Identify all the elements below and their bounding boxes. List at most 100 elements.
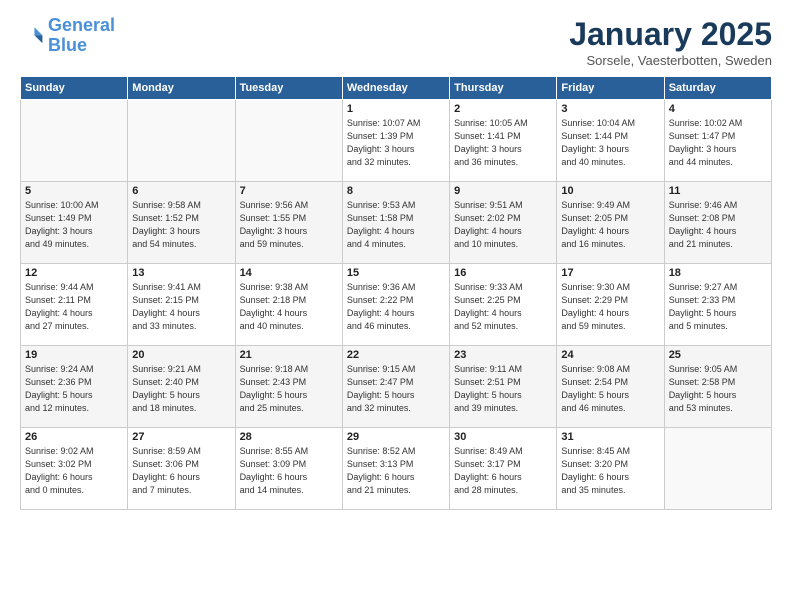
col-monday: Monday bbox=[128, 77, 235, 100]
calendar-cell: 24 Sunrise: 9:08 AM Sunset: 2:54 PM Dayli… bbox=[557, 346, 664, 428]
day-number: 17 bbox=[561, 267, 659, 279]
page: General Blue January 2025 Sorsele, Vaest… bbox=[0, 0, 792, 612]
calendar-cell: 21 Sunrise: 9:18 AM Sunset: 2:43 PM Dayli… bbox=[235, 346, 342, 428]
day-info: Sunrise: 10:00 AM Sunset: 1:49 PM Daylig… bbox=[25, 199, 123, 251]
day-info: Sunrise: 10:07 AM Sunset: 1:39 PM Daylig… bbox=[347, 117, 445, 169]
day-number: 22 bbox=[347, 349, 445, 361]
day-number: 9 bbox=[454, 185, 552, 197]
col-saturday: Saturday bbox=[664, 77, 771, 100]
day-number: 11 bbox=[669, 185, 767, 197]
calendar-cell: 25 Sunrise: 9:05 AM Sunset: 2:58 PM Dayli… bbox=[664, 346, 771, 428]
calendar-cell: 10Sunrise: 9:49 AM Sunset: 2:05 PM Dayli… bbox=[557, 182, 664, 264]
day-info: Sunrise: 10:04 AM Sunset: 1:44 PM Daylig… bbox=[561, 117, 659, 169]
day-number: 3 bbox=[561, 103, 659, 115]
day-info: Sunrise: 9:15 AM Sunset: 2:47 PM Dayligh… bbox=[347, 363, 445, 415]
calendar-cell: 16Sunrise: 9:33 AM Sunset: 2:25 PM Dayli… bbox=[450, 264, 557, 346]
day-number: 24 bbox=[561, 349, 659, 361]
calendar-week-row: 26 Sunrise: 9:02 AM Sunset: 3:02 PM Dayli… bbox=[21, 428, 772, 510]
calendar-cell: 31 Sunrise: 8:45 AM Sunset: 3:20 PM Dayli… bbox=[557, 428, 664, 510]
calendar-cell: 20 Sunrise: 9:21 AM Sunset: 2:40 PM Dayli… bbox=[128, 346, 235, 428]
calendar-cell: 1 Sunrise: 10:07 AM Sunset: 1:39 PM Dayli… bbox=[342, 100, 449, 182]
day-info: Sunrise: 9:24 AM Sunset: 2:36 PM Dayligh… bbox=[25, 363, 123, 415]
day-info: Sunrise: 9:30 AM Sunset: 2:29 PM Dayligh… bbox=[561, 281, 659, 333]
day-number: 10 bbox=[561, 185, 659, 197]
calendar-cell: 12Sunrise: 9:44 AM Sunset: 2:11 PM Dayli… bbox=[21, 264, 128, 346]
day-info: Sunrise: 9:46 AM Sunset: 2:08 PM Dayligh… bbox=[669, 199, 767, 251]
calendar-cell: 17 Sunrise: 9:30 AM Sunset: 2:29 PM Dayli… bbox=[557, 264, 664, 346]
logo-line1: General bbox=[48, 15, 115, 35]
title-area: January 2025 Sorsele, Vaesterbotten, Swe… bbox=[569, 16, 772, 68]
day-info: Sunrise: 8:45 AM Sunset: 3:20 PM Dayligh… bbox=[561, 445, 659, 497]
calendar-cell: 19 Sunrise: 9:24 AM Sunset: 2:36 PM Dayli… bbox=[21, 346, 128, 428]
day-number: 20 bbox=[132, 349, 230, 361]
logo: General Blue bbox=[20, 16, 115, 56]
calendar-week-row: 12Sunrise: 9:44 AM Sunset: 2:11 PM Dayli… bbox=[21, 264, 772, 346]
day-info: Sunrise: 9:11 AM Sunset: 2:51 PM Dayligh… bbox=[454, 363, 552, 415]
day-number: 26 bbox=[25, 431, 123, 443]
day-info: Sunrise: 8:52 AM Sunset: 3:13 PM Dayligh… bbox=[347, 445, 445, 497]
subtitle: Sorsele, Vaesterbotten, Sweden bbox=[569, 53, 772, 68]
calendar-week-row: 1 Sunrise: 10:07 AM Sunset: 1:39 PM Dayli… bbox=[21, 100, 772, 182]
calendar-cell: 3 Sunrise: 10:04 AM Sunset: 1:44 PM Dayli… bbox=[557, 100, 664, 182]
day-number: 23 bbox=[454, 349, 552, 361]
day-number: 5 bbox=[25, 185, 123, 197]
calendar-body: 1 Sunrise: 10:07 AM Sunset: 1:39 PM Dayli… bbox=[21, 100, 772, 510]
calendar-cell: 27 Sunrise: 8:59 AM Sunset: 3:06 PM Dayli… bbox=[128, 428, 235, 510]
col-friday: Friday bbox=[557, 77, 664, 100]
day-number: 31 bbox=[561, 431, 659, 443]
day-info: Sunrise: 10:05 AM Sunset: 1:41 PM Daylig… bbox=[454, 117, 552, 169]
calendar-cell: 26 Sunrise: 9:02 AM Sunset: 3:02 PM Dayli… bbox=[21, 428, 128, 510]
day-number: 4 bbox=[669, 103, 767, 115]
calendar-cell bbox=[21, 100, 128, 182]
day-info: Sunrise: 10:02 AM Sunset: 1:47 PM Daylig… bbox=[669, 117, 767, 169]
calendar-cell: 14Sunrise: 9:38 AM Sunset: 2:18 PM Dayli… bbox=[235, 264, 342, 346]
calendar-cell: 8Sunrise: 9:53 AM Sunset: 1:58 PM Daylig… bbox=[342, 182, 449, 264]
day-number: 2 bbox=[454, 103, 552, 115]
day-number: 25 bbox=[669, 349, 767, 361]
calendar-cell: 6Sunrise: 9:58 AM Sunset: 1:52 PM Daylig… bbox=[128, 182, 235, 264]
logo-icon bbox=[20, 24, 44, 48]
day-number: 13 bbox=[132, 267, 230, 279]
day-number: 1 bbox=[347, 103, 445, 115]
calendar-cell: 5 Sunrise: 10:00 AM Sunset: 1:49 PM Dayli… bbox=[21, 182, 128, 264]
calendar-week-row: 5 Sunrise: 10:00 AM Sunset: 1:49 PM Dayli… bbox=[21, 182, 772, 264]
day-info: Sunrise: 9:44 AM Sunset: 2:11 PM Dayligh… bbox=[25, 281, 123, 333]
day-number: 27 bbox=[132, 431, 230, 443]
day-number: 14 bbox=[240, 267, 338, 279]
calendar-week-row: 19 Sunrise: 9:24 AM Sunset: 2:36 PM Dayli… bbox=[21, 346, 772, 428]
day-number: 18 bbox=[669, 267, 767, 279]
day-number: 16 bbox=[454, 267, 552, 279]
calendar-cell: 9Sunrise: 9:51 AM Sunset: 2:02 PM Daylig… bbox=[450, 182, 557, 264]
day-info: Sunrise: 9:56 AM Sunset: 1:55 PM Dayligh… bbox=[240, 199, 338, 251]
calendar-cell bbox=[128, 100, 235, 182]
calendar-cell: 13Sunrise: 9:41 AM Sunset: 2:15 PM Dayli… bbox=[128, 264, 235, 346]
calendar-cell: 11 Sunrise: 9:46 AM Sunset: 2:08 PM Dayli… bbox=[664, 182, 771, 264]
calendar-cell: 30Sunrise: 8:49 AM Sunset: 3:17 PM Dayli… bbox=[450, 428, 557, 510]
calendar: Sunday Monday Tuesday Wednesday Thursday… bbox=[20, 76, 772, 510]
day-number: 15 bbox=[347, 267, 445, 279]
day-info: Sunrise: 8:59 AM Sunset: 3:06 PM Dayligh… bbox=[132, 445, 230, 497]
day-info: Sunrise: 9:02 AM Sunset: 3:02 PM Dayligh… bbox=[25, 445, 123, 497]
day-info: Sunrise: 9:27 AM Sunset: 2:33 PM Dayligh… bbox=[669, 281, 767, 333]
calendar-cell: 18 Sunrise: 9:27 AM Sunset: 2:33 PM Dayli… bbox=[664, 264, 771, 346]
calendar-cell: 28Sunrise: 8:55 AM Sunset: 3:09 PM Dayli… bbox=[235, 428, 342, 510]
calendar-cell: 2 Sunrise: 10:05 AM Sunset: 1:41 PM Dayli… bbox=[450, 100, 557, 182]
day-number: 28 bbox=[240, 431, 338, 443]
day-info: Sunrise: 9:05 AM Sunset: 2:58 PM Dayligh… bbox=[669, 363, 767, 415]
day-number: 29 bbox=[347, 431, 445, 443]
day-number: 21 bbox=[240, 349, 338, 361]
calendar-cell: 4 Sunrise: 10:02 AM Sunset: 1:47 PM Dayli… bbox=[664, 100, 771, 182]
col-thursday: Thursday bbox=[450, 77, 557, 100]
calendar-cell: 15 Sunrise: 9:36 AM Sunset: 2:22 PM Dayli… bbox=[342, 264, 449, 346]
day-info: Sunrise: 9:08 AM Sunset: 2:54 PM Dayligh… bbox=[561, 363, 659, 415]
day-number: 19 bbox=[25, 349, 123, 361]
calendar-cell: 29 Sunrise: 8:52 AM Sunset: 3:13 PM Dayli… bbox=[342, 428, 449, 510]
day-info: Sunrise: 9:36 AM Sunset: 2:22 PM Dayligh… bbox=[347, 281, 445, 333]
day-number: 6 bbox=[132, 185, 230, 197]
day-info: Sunrise: 9:21 AM Sunset: 2:40 PM Dayligh… bbox=[132, 363, 230, 415]
day-number: 8 bbox=[347, 185, 445, 197]
day-info: Sunrise: 9:18 AM Sunset: 2:43 PM Dayligh… bbox=[240, 363, 338, 415]
col-tuesday: Tuesday bbox=[235, 77, 342, 100]
calendar-header-row: Sunday Monday Tuesday Wednesday Thursday… bbox=[21, 77, 772, 100]
calendar-cell: 7Sunrise: 9:56 AM Sunset: 1:55 PM Daylig… bbox=[235, 182, 342, 264]
